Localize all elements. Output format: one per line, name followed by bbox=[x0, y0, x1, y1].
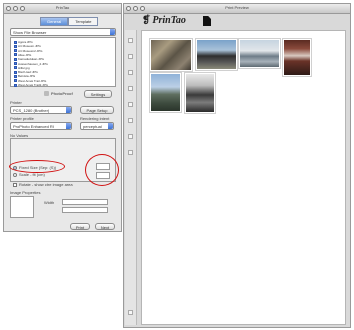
photoproof-logo: PhotoProof bbox=[44, 90, 73, 97]
width-label: Width bbox=[44, 200, 55, 205]
rotate-icon[interactable] bbox=[128, 70, 133, 75]
printer-value: PCS_1280 (Brother) bbox=[13, 108, 50, 113]
image-file-icon bbox=[14, 79, 17, 83]
tab-bar: General Template bbox=[40, 17, 99, 26]
tab-template[interactable]: Template bbox=[68, 17, 99, 26]
file-source-select[interactable]: Show File Browser bbox=[10, 28, 116, 36]
zoom-out-icon[interactable] bbox=[128, 54, 133, 59]
image-file-icon bbox=[14, 62, 17, 65]
printer-profile-label: Printer profile bbox=[10, 116, 34, 121]
print-button[interactable]: Print bbox=[70, 223, 90, 230]
chevron-down-icon bbox=[108, 123, 113, 129]
preview-titlebar: Print Preview bbox=[124, 4, 350, 14]
settings-button[interactable]: Settings bbox=[84, 90, 112, 98]
height-field[interactable] bbox=[62, 207, 108, 213]
image-file-icon bbox=[14, 49, 17, 53]
photo-thumbnail-2[interactable] bbox=[196, 39, 237, 70]
photoproof-icon bbox=[44, 91, 49, 96]
zoom-in-icon[interactable] bbox=[128, 38, 133, 43]
photo-thumbnail-6[interactable] bbox=[185, 73, 215, 113]
settings-titlebar: PrinTao bbox=[4, 4, 121, 14]
width-field[interactable] bbox=[62, 199, 108, 205]
printer-profile-value: ProPhoto Enhanced RI bbox=[13, 124, 54, 129]
rendering-intent-select[interactable]: perceptual bbox=[80, 122, 114, 130]
chevron-down-icon bbox=[66, 107, 71, 113]
rendering-intent-label: Rendering intent bbox=[80, 116, 110, 121]
file-list-item[interactable]: West Amek Trail2.JPG bbox=[14, 83, 48, 87]
image-file-icon bbox=[14, 66, 17, 70]
scale-radio[interactable] bbox=[13, 172, 17, 177]
file-name: West Amek Trail2.JPG bbox=[18, 83, 48, 87]
file-list[interactable]: Agora.JPG Art Museum.JPG Art Museum2.JPG Al… bbox=[10, 37, 116, 87]
photo-thumbnail-4[interactable] bbox=[283, 39, 311, 76]
image-file-icon bbox=[14, 57, 17, 61]
vertical-toolbar bbox=[125, 30, 137, 325]
preview-title: Print Preview bbox=[225, 5, 249, 10]
file-source-value: Show File Browser bbox=[13, 30, 47, 35]
rotate-checkbox[interactable] bbox=[13, 182, 17, 187]
info-icon[interactable] bbox=[128, 150, 133, 155]
rendering-intent-value: perceptual bbox=[83, 124, 102, 129]
image-thumbnail-well bbox=[10, 196, 34, 218]
image-file-icon bbox=[14, 40, 17, 44]
preview-page[interactable] bbox=[141, 30, 346, 325]
marker-icon[interactable] bbox=[128, 310, 133, 315]
printer-select[interactable]: PCS_1280 (Brother) bbox=[10, 106, 72, 114]
image-properties-label: Image Properties bbox=[10, 190, 41, 195]
option-rotate[interactable]: Rotate - show ctre image area bbox=[13, 182, 73, 187]
photoproof-label: PhotoProof bbox=[51, 91, 73, 96]
page-icon[interactable] bbox=[203, 16, 211, 26]
image-file-icon bbox=[14, 53, 17, 57]
crop-icon[interactable] bbox=[128, 102, 133, 107]
printer-profile-select[interactable]: ProPhoto Enhanced RI bbox=[10, 122, 72, 130]
image-file-icon bbox=[14, 83, 17, 87]
move-icon[interactable] bbox=[128, 118, 133, 123]
next-button[interactable]: Next bbox=[95, 223, 115, 230]
annotation-ring-left bbox=[9, 160, 65, 173]
printao-logo: ❡ PrinTao bbox=[142, 15, 186, 26]
photo-thumbnail-5[interactable] bbox=[150, 73, 181, 112]
page-setup-button[interactable]: Page Setup bbox=[80, 106, 114, 114]
photo-thumbnail-1[interactable] bbox=[150, 39, 192, 71]
settings-window: PrinTao General Template Show File Brows… bbox=[3, 3, 122, 232]
image-file-icon bbox=[14, 70, 17, 74]
chevron-down-icon bbox=[66, 123, 71, 129]
printao-swirl-icon: ❡ bbox=[142, 14, 151, 26]
printao-logo-text: PrinTao bbox=[152, 15, 186, 26]
printer-label: Printer bbox=[10, 100, 22, 105]
annotation-ring-right bbox=[85, 154, 119, 186]
grid-icon[interactable] bbox=[128, 86, 133, 91]
image-file-icon bbox=[14, 74, 17, 78]
preview-window: Print Preview ❡ PrinTao bbox=[123, 3, 351, 328]
rotate-label: Rotate - show ctre image area bbox=[19, 182, 73, 187]
chevron-down-icon bbox=[110, 29, 115, 35]
window-title: PrinTao bbox=[55, 5, 70, 10]
image-file-icon bbox=[14, 44, 17, 48]
photo-thumbnail-3[interactable] bbox=[239, 39, 280, 68]
tab-general[interactable]: General bbox=[40, 17, 69, 26]
fit-icon[interactable] bbox=[128, 134, 133, 139]
